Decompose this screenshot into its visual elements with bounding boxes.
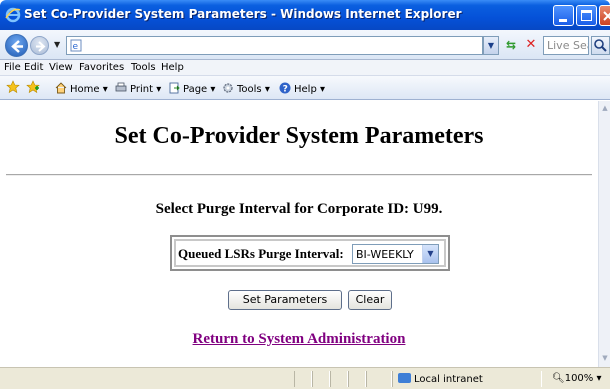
address-input[interactable]: e: [66, 36, 483, 55]
maximize-button[interactable]: [576, 5, 597, 26]
refresh-icon[interactable]: ⇆: [502, 36, 520, 55]
add-favorite-icon[interactable]: [26, 80, 40, 97]
intranet-icon: [398, 373, 411, 383]
help-icon: ?: [279, 82, 291, 94]
home-icon: [55, 82, 67, 94]
minimize-button[interactable]: [553, 5, 574, 26]
window-title: Set Co-Provider System Parameters - Wind…: [24, 7, 462, 21]
purge-interval-select[interactable]: BI-WEEKLY ▼: [352, 244, 439, 264]
tools-label: Tools: [237, 84, 262, 95]
svg-text:e: e: [73, 42, 79, 52]
status-segment: [366, 371, 392, 387]
search-input[interactable]: Live Search: [543, 36, 589, 55]
home-label: Home: [70, 84, 100, 95]
page-content: Set Co-Provider System Parameters Select…: [0, 101, 598, 367]
print-button[interactable]: Print ▾: [115, 82, 161, 95]
page-title: Set Co-Provider System Parameters: [114, 123, 484, 149]
clear-button[interactable]: Clear: [348, 290, 392, 310]
address-toolbar: ▼ e ▼ ⇆ ✕ Live Search: [0, 30, 610, 60]
return-to-admin-link[interactable]: Return to System Administration: [0, 331, 598, 348]
gear-icon: [223, 83, 233, 93]
window-titlebar: Set Co-Provider System Parameters - Wind…: [0, 0, 610, 30]
status-bar: Local intranet 🔍︎100% ▾: [0, 367, 610, 389]
security-zone: Local intranet: [398, 373, 483, 385]
svg-text:?: ?: [283, 85, 288, 95]
status-segment: [330, 371, 348, 387]
menu-file[interactable]: File: [4, 62, 21, 73]
scroll-up-icon[interactable]: ▲: [600, 103, 610, 113]
menu-help[interactable]: Help: [161, 62, 184, 73]
menu-tools[interactable]: Tools: [131, 62, 156, 73]
close-button[interactable]: [599, 5, 610, 26]
command-bar: Home ▾ Print ▾ Page ▾ Tools ▾ ? Help ▾: [0, 76, 610, 100]
scroll-down-icon[interactable]: ▼: [600, 353, 610, 363]
menu-view[interactable]: View: [49, 62, 73, 73]
status-segment: [312, 371, 330, 387]
horizontal-divider: [6, 174, 592, 176]
search-button[interactable]: [591, 36, 610, 55]
vertical-scrollbar[interactable]: ▲ ▼: [598, 101, 610, 367]
tools-menu-button[interactable]: Tools ▾: [222, 82, 270, 95]
page-icon: e: [70, 39, 82, 52]
set-parameters-button[interactable]: Set Parameters: [228, 290, 342, 310]
zoom-label: 100%: [564, 373, 594, 384]
chevron-down-icon[interactable]: ▼: [422, 245, 438, 263]
print-icon: [115, 82, 127, 92]
page-label: Page: [183, 84, 208, 95]
page-menu-icon: [169, 82, 180, 94]
home-button[interactable]: Home ▾: [55, 82, 108, 95]
page-menu-button[interactable]: Page ▾: [168, 82, 215, 95]
favorites-star-icon[interactable]: [6, 80, 20, 97]
back-arrow-icon: [11, 40, 23, 53]
print-label: Print: [130, 84, 154, 95]
purge-interval-value: BI-WEEKLY: [356, 248, 414, 261]
menu-edit[interactable]: Edit: [24, 62, 43, 73]
address-dropdown-icon[interactable]: ▼: [483, 36, 499, 55]
history-dropdown-icon[interactable]: ▼: [54, 40, 60, 49]
purge-interval-label: Queued LSRs Purge Interval:: [178, 246, 344, 261]
menu-favorites[interactable]: Favorites: [79, 62, 124, 73]
status-segment: [348, 371, 366, 387]
help-menu-button[interactable]: ? Help ▾: [279, 82, 325, 95]
purge-subheading: Select Purge Interval for Corporate ID: …: [155, 201, 443, 217]
forward-button[interactable]: [30, 36, 49, 55]
back-button[interactable]: [5, 34, 28, 57]
zoom-level[interactable]: 🔍︎100% ▾: [552, 373, 602, 384]
help-label: Help: [294, 84, 317, 95]
zone-label: Local intranet: [414, 374, 483, 385]
forward-arrow-icon: [36, 41, 46, 52]
menu-bar: File Edit View Favorites Tools Help: [0, 60, 610, 76]
search-icon: [594, 39, 607, 52]
internet-explorer-icon: [5, 7, 21, 23]
status-segment: [294, 371, 312, 387]
stop-icon[interactable]: ✕: [522, 36, 540, 55]
purge-interval-box: Queued LSRs Purge Interval: BI-WEEKLY ▼: [170, 235, 450, 271]
